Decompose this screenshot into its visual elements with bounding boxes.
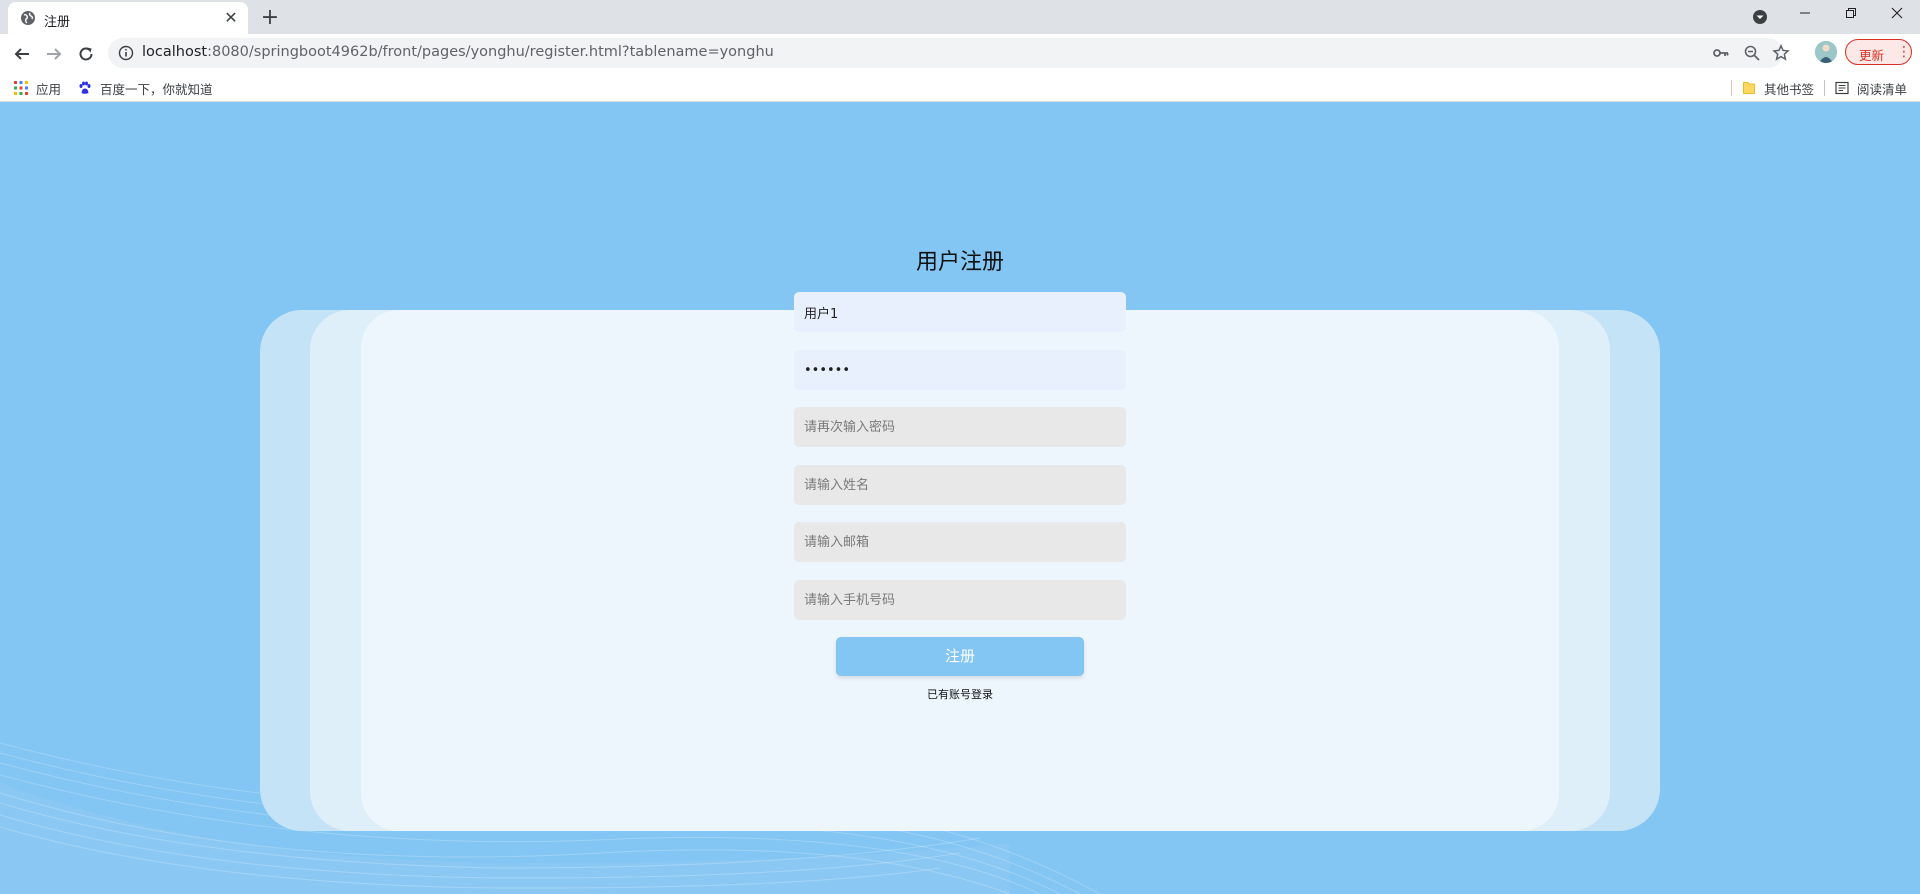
zoom-out-icon[interactable] <box>1743 44 1761 62</box>
reading-list-icon <box>1835 81 1849 95</box>
close-window-icon <box>1891 7 1903 19</box>
password-input[interactable] <box>794 350 1126 390</box>
name-input[interactable] <box>794 465 1126 505</box>
login-link[interactable]: 已有账号登录 <box>0 686 1920 702</box>
bookmark-separator <box>1824 80 1825 96</box>
tab-strip: 注册 ✕ + <box>0 0 1920 34</box>
username-input[interactable] <box>794 292 1126 332</box>
star-icon[interactable] <box>1772 44 1790 62</box>
url-text[interactable]: localhost:8080/springboot4962b/front/pag… <box>142 44 774 60</box>
form-title: 用户注册 <box>915 250 1004 275</box>
more-menu-icon: ⋮ <box>1897 44 1911 60</box>
bookmark-reading-label: 阅读清单 <box>1857 81 1908 97</box>
restore-icon <box>1846 8 1856 18</box>
key-icon[interactable] <box>1712 44 1730 62</box>
restore-button[interactable] <box>1828 0 1874 30</box>
avatar-icon <box>1815 41 1837 63</box>
bookmark-reading-list[interactable]: 阅读清单 <box>1835 78 1907 98</box>
url-host: localhost <box>142 44 208 60</box>
bookmark-apps-label: 应用 <box>36 81 62 97</box>
bookmark-separator <box>1731 80 1732 96</box>
tab-register[interactable]: 注册 ✕ <box>8 2 248 34</box>
bookmark-other-label: 其他书签 <box>1764 81 1815 97</box>
reload-icon <box>79 47 93 61</box>
address-bar[interactable]: localhost:8080/springboot4962b/front/pag… <box>108 38 1790 68</box>
bookmark-apps[interactable]: 应用 <box>14 78 61 98</box>
bookmark-baidu-label: 百度一下，你就知道 <box>100 81 213 97</box>
tab-title: 注册 <box>44 15 71 30</box>
back-button[interactable] <box>8 40 36 68</box>
url-path: :8080/springboot4962b/front/pages/yonghu… <box>207 44 774 60</box>
browser-toolbar: localhost:8080/springboot4962b/front/pag… <box>0 34 1920 102</box>
update-label: 更新 <box>1859 48 1885 63</box>
update-button[interactable]: 更新 ⋮ <box>1845 39 1912 65</box>
confirm-password-input[interactable] <box>794 407 1126 447</box>
minimize-icon <box>1800 12 1810 14</box>
forward-button[interactable] <box>40 40 68 68</box>
arrow-right-icon <box>47 48 62 60</box>
info-icon[interactable] <box>118 45 134 61</box>
new-tab-button[interactable]: + <box>258 6 282 30</box>
bookmark-baidu[interactable]: 百度一下，你就知道 <box>78 78 213 98</box>
bookmark-other-folder[interactable]: 其他书签 <box>1742 78 1814 98</box>
apps-grid-icon <box>14 81 28 95</box>
baidu-paw-icon <box>79 81 91 94</box>
close-icon[interactable]: ✕ <box>222 9 240 27</box>
reload-button[interactable] <box>72 40 100 68</box>
register-button[interactable]: 注册 <box>836 637 1084 676</box>
tab-search-icon[interactable] <box>1751 8 1769 26</box>
profile-avatar[interactable] <box>1815 41 1837 63</box>
bookmarks-bar: 应用 百度一下，你就知道 其他书签 阅读清单 <box>0 72 1920 102</box>
globe-icon <box>21 11 35 25</box>
arrow-left-icon <box>14 48 29 60</box>
window-close-button[interactable] <box>1874 0 1920 30</box>
phone-input[interactable] <box>794 580 1126 620</box>
folder-icon <box>1743 82 1755 94</box>
email-input[interactable] <box>794 522 1126 562</box>
minimize-button[interactable] <box>1782 0 1828 30</box>
